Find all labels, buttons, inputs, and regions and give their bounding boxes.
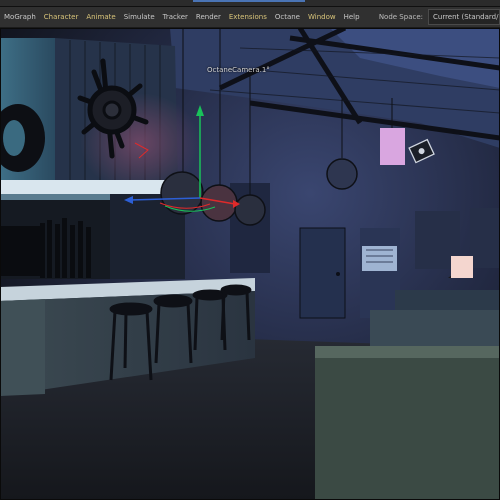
menu-help[interactable]: Help [340, 13, 364, 21]
viewport-3d[interactable]: OctaneCamera.1° [0, 28, 500, 500]
menu-simulate[interactable]: Simulate [120, 13, 159, 21]
menu-render[interactable]: Render [192, 13, 225, 21]
menu-tracker[interactable]: Tracker [159, 13, 192, 21]
camera-label: OctaneCamera.1° [207, 66, 270, 74]
menu-animate[interactable]: Animate [82, 13, 119, 21]
menu-octane[interactable]: Octane [271, 13, 304, 21]
menu-extensions[interactable]: Extensions [225, 13, 271, 21]
node-space-label: Node Space: [378, 13, 423, 21]
active-layout-indicator [193, 0, 305, 2]
menu-bar: MoGraph Character Animate Simulate Track… [0, 7, 500, 28]
menu-mograph[interactable]: MoGraph [0, 13, 40, 21]
menu-window[interactable]: Window [304, 13, 340, 21]
camera-name: OctaneCamera.1 [207, 66, 267, 74]
node-space-dropdown[interactable]: Current (Standard/Phys [428, 9, 500, 25]
node-space-control: Node Space: Current (Standard/Phys [373, 7, 500, 27]
menu-character[interactable]: Character [40, 13, 83, 21]
title-strip [0, 0, 500, 7]
scene-render [0, 28, 500, 500]
cinema4d-window: MoGraph Character Animate Simulate Track… [0, 0, 500, 500]
camera-marker: ° [266, 66, 270, 74]
